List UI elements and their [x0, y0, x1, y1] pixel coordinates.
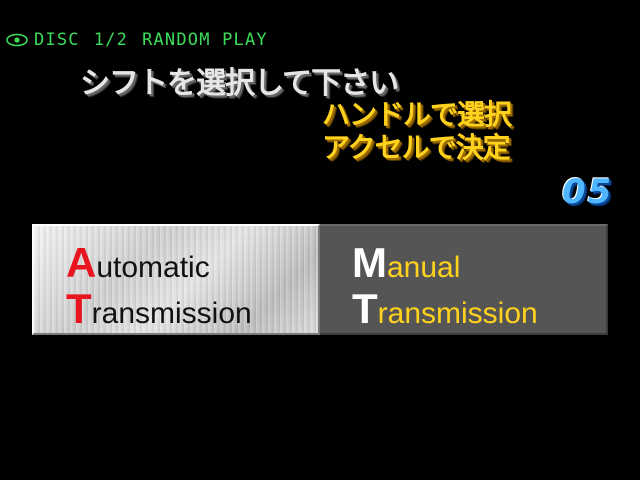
manual-transmission-option[interactable]: Manual Transmission: [320, 224, 608, 335]
manual-label: Manual: [352, 242, 460, 284]
manual-transmission-initial: T: [352, 285, 378, 332]
manual-transmission-rest: ransmission: [377, 297, 538, 330]
status-bar: DISC 1/2 RANDOM PLAY: [6, 30, 282, 50]
countdown-timer: 05: [562, 172, 614, 212]
automatic-transmission-initial: T: [66, 285, 92, 332]
disc-index: 1/2: [93, 30, 129, 50]
disc-label: DISC: [34, 30, 80, 50]
disc-eye-icon: [6, 33, 28, 47]
instruction-accel-to-confirm: アクセルで決定: [322, 131, 511, 164]
automatic-label: Automatic: [66, 242, 210, 284]
automatic-transmission-rest: ransmission: [91, 297, 252, 330]
automatic-rest: utomatic: [96, 251, 210, 284]
manual-transmission-label: Transmission: [352, 288, 538, 330]
status-text: DISC 1/2 RANDOM PLAY: [34, 30, 282, 50]
automatic-transmission-label: Transmission: [66, 288, 252, 330]
automatic-transmission-option[interactable]: Automatic Transmission: [32, 224, 320, 335]
manual-rest: anual: [387, 251, 461, 284]
manual-initial: M: [352, 239, 387, 286]
play-mode: RANDOM PLAY: [142, 30, 268, 50]
automatic-initial: A: [66, 239, 97, 286]
